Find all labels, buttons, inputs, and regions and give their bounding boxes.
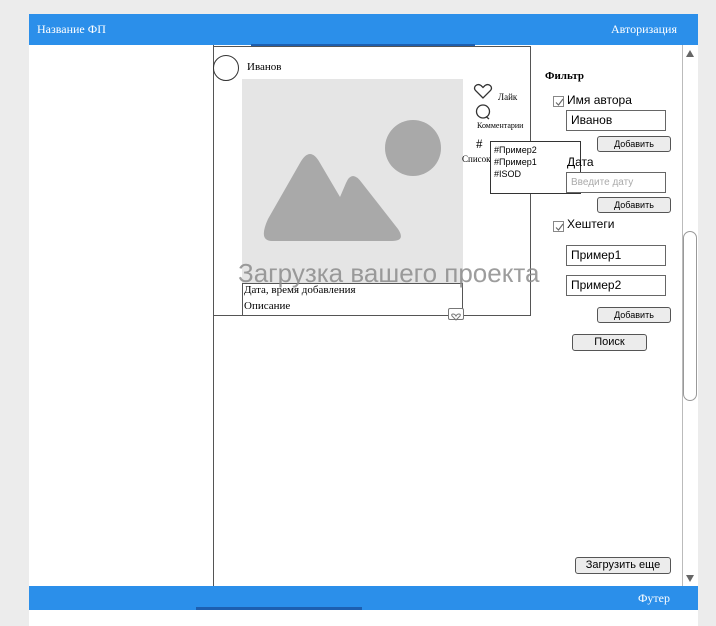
add-tag-button[interactable]: Добавить — [597, 307, 671, 323]
post-description: Описание — [244, 300, 291, 312]
app-title: Название ФП — [37, 22, 106, 36]
scroll-down-arrow-icon[interactable] — [686, 575, 694, 582]
author-checkbox[interactable] — [553, 96, 564, 107]
scroll-up-arrow-icon[interactable] — [686, 50, 694, 57]
auth-link[interactable]: Авторизация — [611, 22, 677, 37]
add-date-button[interactable]: Добавить — [597, 197, 671, 213]
post-image-placeholder — [242, 79, 463, 283]
checkmark-icon — [555, 223, 564, 231]
comments-label[interactable]: Комментарии — [477, 121, 523, 130]
hashtag-icon[interactable]: # — [476, 136, 483, 152]
footer-bar: Футер — [29, 586, 698, 610]
image-placeholder-icon — [263, 120, 441, 241]
footer-label: Футер — [637, 591, 670, 605]
scrollbar-thumb[interactable] — [683, 231, 697, 401]
tag2-input[interactable]: Пример2 — [566, 275, 666, 296]
tag1-input[interactable]: Пример1 — [566, 245, 666, 266]
author-input[interactable]: Иванов — [566, 110, 666, 131]
filter-title: Фильтр — [545, 70, 585, 82]
avatar[interactable] — [213, 55, 239, 81]
footer-accent-line — [196, 607, 362, 610]
small-heart-icon[interactable] — [448, 308, 464, 321]
post-author[interactable]: Иванов — [247, 61, 281, 73]
date-input[interactable]: Введите дату — [566, 172, 666, 193]
hashtags-checkbox[interactable] — [553, 221, 564, 232]
like-label[interactable]: Лайк — [498, 92, 517, 102]
post-date: Дата, время добавления — [244, 284, 356, 296]
search-button[interactable]: Поиск — [572, 334, 647, 351]
date-filter-label: Дата — [567, 155, 594, 169]
heart-icon[interactable] — [473, 83, 493, 105]
load-more-button[interactable]: Загрузить еще — [575, 557, 671, 574]
author-filter-label: Имя автора — [567, 93, 632, 107]
checkmark-icon — [555, 98, 564, 106]
add-author-button[interactable]: Добавить — [597, 136, 671, 152]
header-bar: Название ФП Авторизация — [29, 14, 698, 45]
list-label[interactable]: Список — [462, 154, 491, 164]
hashtags-filter-label: Хештеги — [567, 217, 615, 231]
